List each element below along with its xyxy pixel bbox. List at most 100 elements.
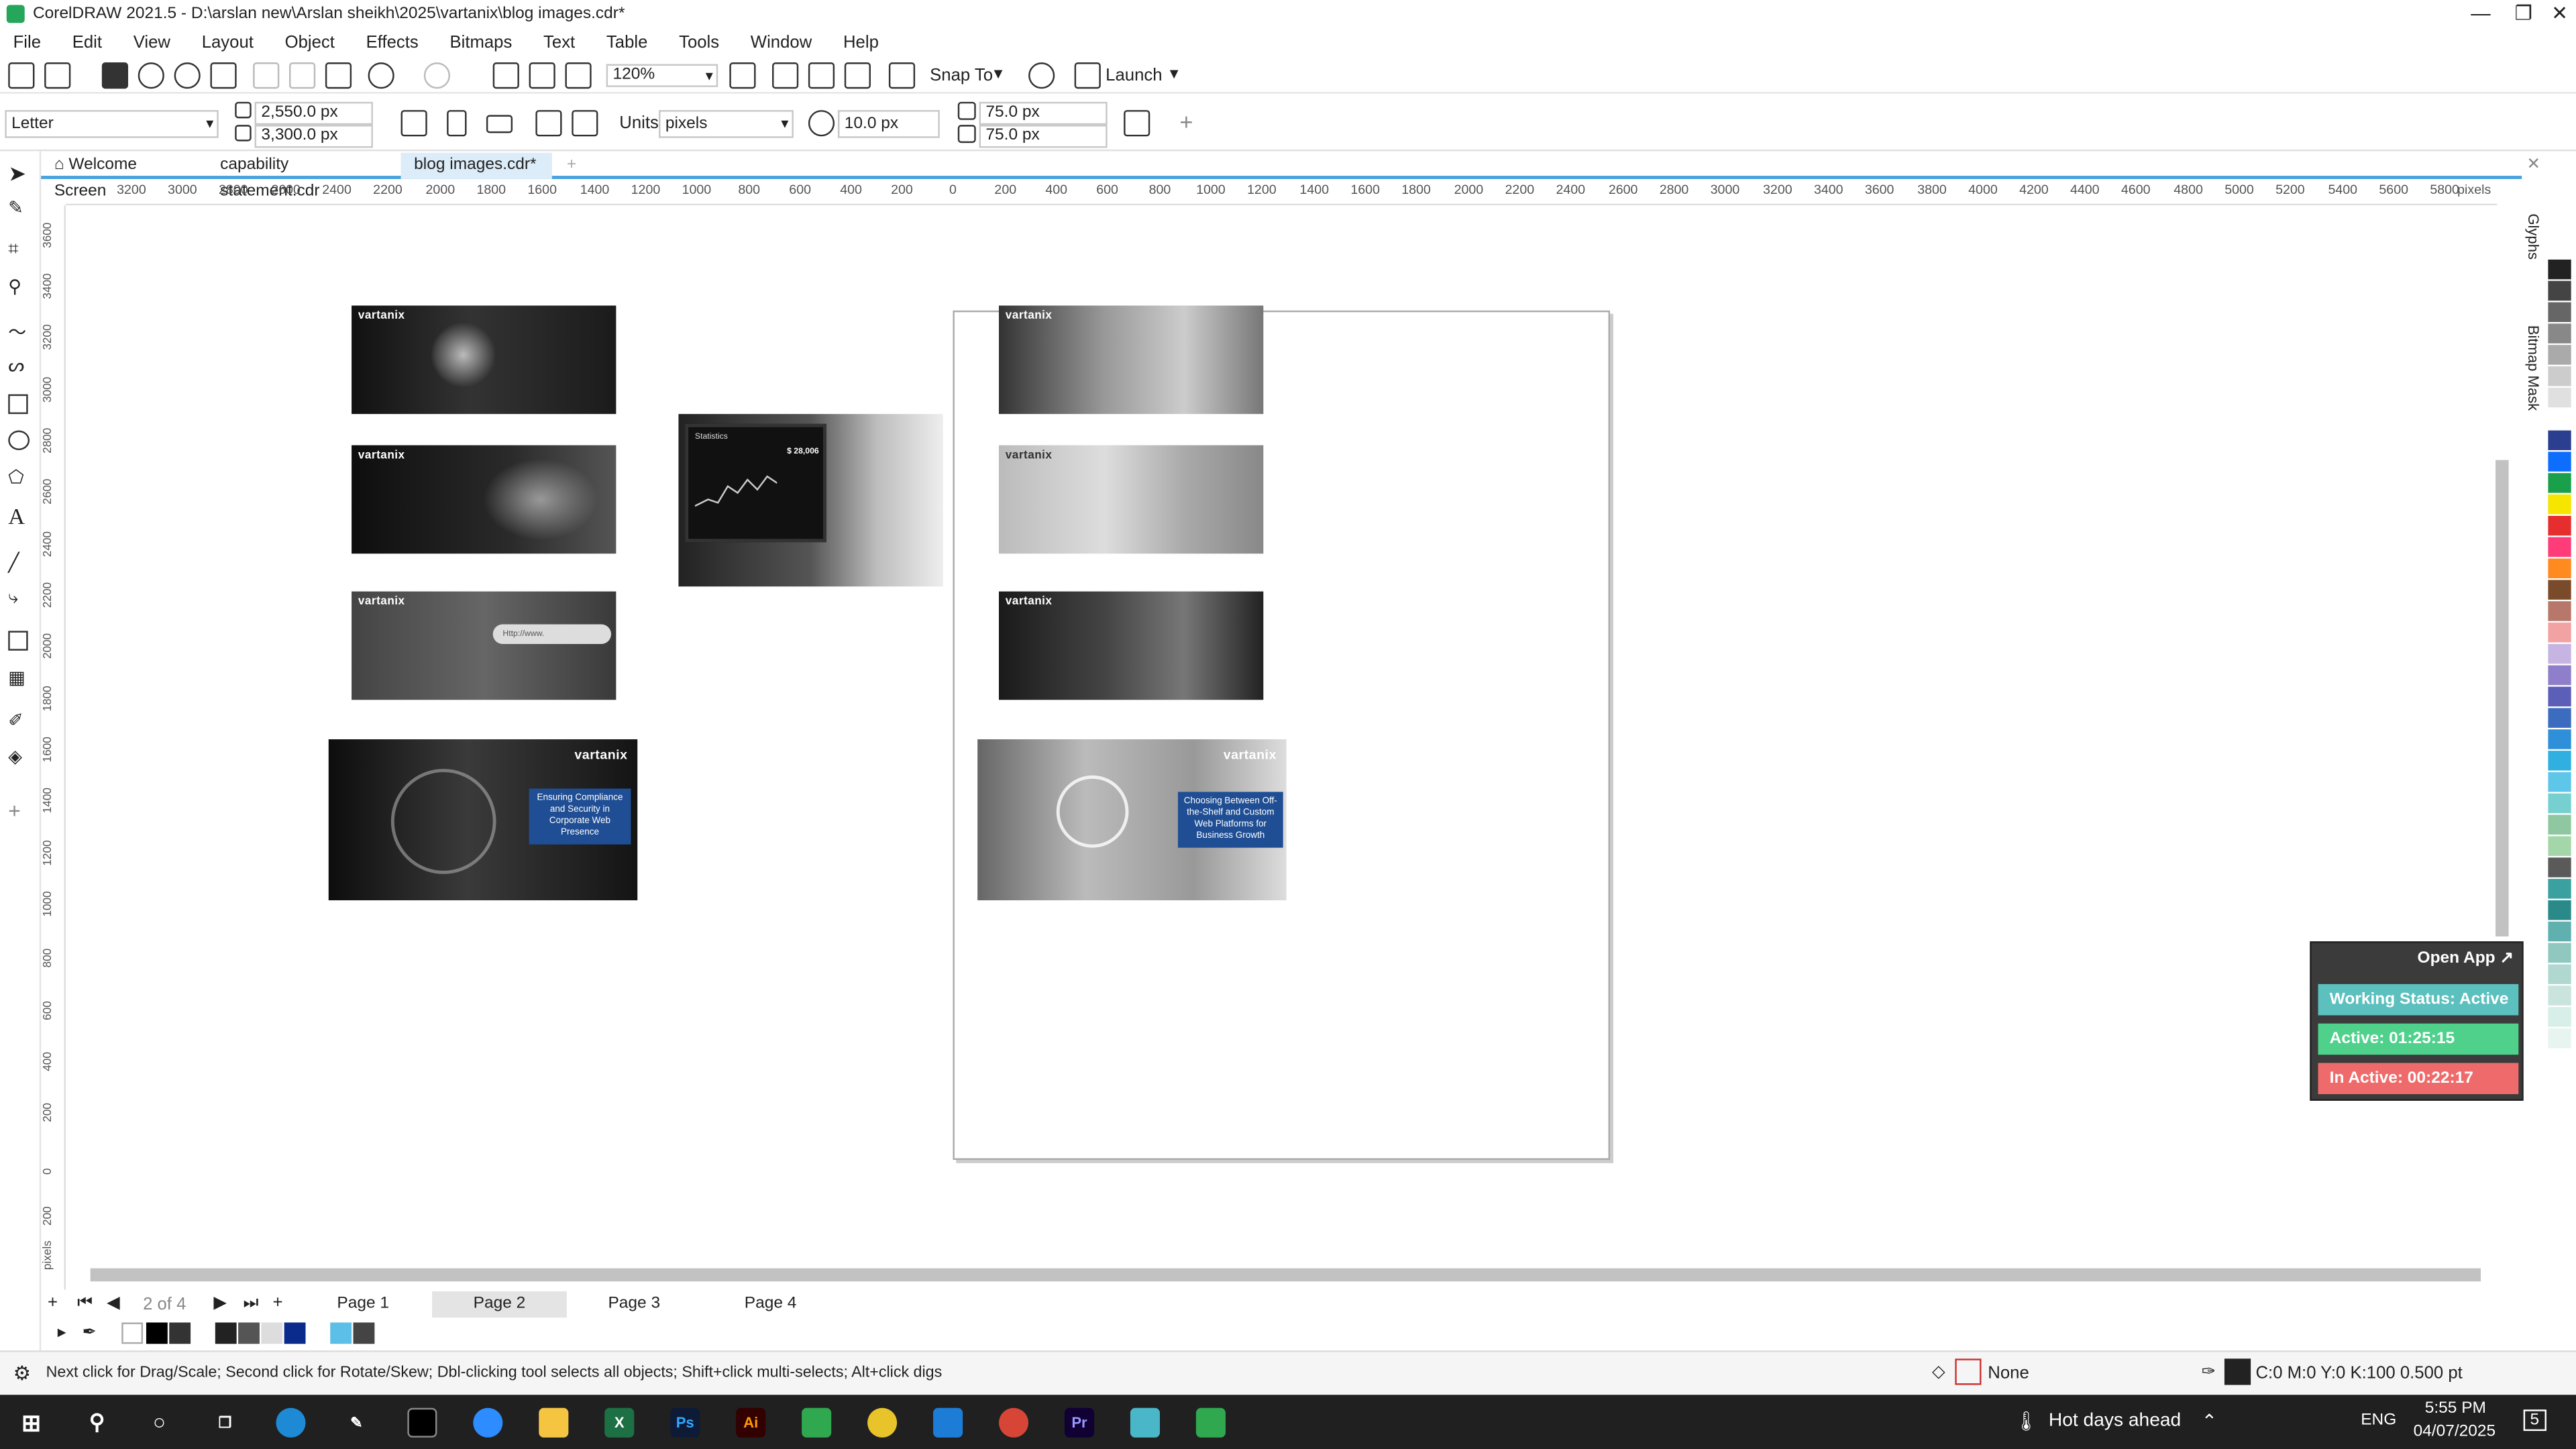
tray-chevron-icon[interactable]: ⌃	[2202, 1409, 2218, 1432]
portrait-icon[interactable]	[447, 110, 467, 137]
color-palette[interactable]	[2548, 238, 2573, 1289]
file-explorer-icon[interactable]	[539, 1407, 569, 1438]
page-tab-2[interactable]: Page 2	[432, 1291, 567, 1318]
bleed-icon[interactable]	[572, 110, 598, 137]
interactive-fill-icon[interactable]: ◈	[8, 746, 33, 771]
palette-swatch[interactable]	[2548, 836, 2571, 858]
add-page-start-icon[interactable]: +	[48, 1293, 58, 1312]
transparency-icon[interactable]: ▦	[8, 667, 33, 692]
clock-time[interactable]: 5:55 PM	[2425, 1400, 2486, 1418]
chevron-down-icon[interactable]: ▾	[994, 64, 1003, 84]
first-page-icon[interactable]: ⏮	[77, 1293, 93, 1314]
drawing-canvas[interactable]: vartanix vartanix vartanix Http://www. v…	[65, 205, 2498, 1265]
palette-swatch[interactable]	[2548, 366, 2571, 388]
menu-table[interactable]: Table	[593, 30, 661, 58]
undo-icon[interactable]	[368, 62, 394, 89]
palette-swatch[interactable]	[2548, 1007, 2571, 1029]
vscode-icon[interactable]	[933, 1407, 963, 1438]
palette-swatch[interactable]	[2548, 729, 2571, 751]
palette-swatch[interactable]	[2548, 900, 2571, 922]
parallel-dimension-icon[interactable]: ╱	[8, 552, 33, 577]
palette-swatch[interactable]	[2548, 921, 2571, 943]
snap-to-dropdown[interactable]: Snap To	[930, 66, 993, 85]
document-palette-swatch[interactable]	[261, 1322, 283, 1344]
tab-capability-statement[interactable]: capability statement.cdr	[207, 153, 405, 201]
premiere-icon[interactable]: Pr	[1064, 1407, 1095, 1438]
rectangle-tool-icon[interactable]	[8, 394, 28, 415]
publish-pdf-icon[interactable]	[565, 62, 592, 89]
fill-icon[interactable]: ◇	[1932, 1362, 1945, 1381]
duplicate-x-input[interactable]: 75.0 px	[979, 101, 1108, 125]
page-size-select[interactable]: Letter	[5, 110, 219, 138]
polygon-tool-icon[interactable]: ⬠	[8, 467, 33, 492]
palette-swatch[interactable]	[2548, 601, 2571, 623]
document-palette-swatch[interactable]	[330, 1322, 352, 1344]
zoom-icon[interactable]	[473, 1407, 503, 1438]
edge-icon[interactable]	[276, 1407, 306, 1438]
task-view-icon[interactable]: ❐	[210, 1408, 239, 1438]
no-color-swatch[interactable]	[121, 1322, 144, 1344]
coreldraw-taskbar-icon[interactable]	[802, 1407, 832, 1438]
palette-swatch[interactable]	[2548, 409, 2571, 431]
palette-swatch[interactable]	[2548, 387, 2571, 409]
document-palette-swatch[interactable]	[353, 1322, 375, 1344]
blog-image-laptop-food[interactable]: vartanix	[998, 591, 1264, 700]
horizontal-ruler[interactable]: 3200 3000 2800 2600 2400 2200 2000 1800 …	[65, 179, 2498, 206]
open-icon[interactable]	[44, 62, 71, 89]
palette-swatch[interactable]	[2548, 430, 2571, 452]
tab-blog-images[interactable]: blog images.cdr*	[400, 152, 552, 179]
minimize-button[interactable]: —	[2459, 0, 2502, 30]
document-palette-swatch[interactable]	[284, 1322, 306, 1344]
add-page-end-icon[interactable]: +	[273, 1293, 283, 1312]
paste-icon[interactable]	[325, 62, 352, 89]
palette-swatch[interactable]	[2548, 665, 2571, 687]
zoom-tool-icon[interactable]: ⚲	[8, 276, 33, 301]
blog-image-statistics-monitor[interactable]: Statistics $ 28,006	[678, 414, 943, 587]
menu-help[interactable]: Help	[830, 30, 892, 58]
print-icon[interactable]	[210, 62, 237, 89]
palette-swatch[interactable]	[2548, 302, 2571, 324]
document-palette-swatch[interactable]	[215, 1322, 237, 1344]
page-tab-1[interactable]: Page 1	[296, 1291, 431, 1318]
menu-effects[interactable]: Effects	[353, 30, 431, 58]
pick-tool-icon[interactable]: ➤	[8, 161, 33, 186]
fill-none-swatch[interactable]	[1955, 1358, 1982, 1385]
eyedropper-icon[interactable]: ✐	[8, 710, 33, 735]
blog-image-search-bar[interactable]: vartanix Http://www.	[352, 591, 616, 700]
palette-swatch[interactable]	[2548, 1028, 2571, 1050]
show-guidelines-icon[interactable]	[844, 62, 871, 89]
units-select[interactable]: pixels	[659, 110, 794, 138]
language-indicator[interactable]: ENG	[2361, 1411, 2396, 1430]
illustrator-icon[interactable]: Ai	[736, 1407, 766, 1438]
last-page-icon[interactable]: ⏭	[243, 1293, 258, 1314]
document-palette-swatch[interactable]	[169, 1322, 191, 1344]
drop-shadow-icon[interactable]	[8, 631, 28, 651]
menu-tools[interactable]: Tools	[665, 30, 732, 58]
show-rulers-icon[interactable]	[772, 62, 799, 89]
palette-swatch[interactable]	[2548, 623, 2571, 645]
palette-swatch[interactable]	[2548, 879, 2571, 901]
freehand-tool-icon[interactable]: 〜	[8, 319, 33, 343]
palette-swatch[interactable]	[2548, 943, 2571, 965]
menu-text[interactable]: Text	[530, 30, 588, 58]
page-border-icon[interactable]	[1124, 110, 1150, 137]
palette-swatch[interactable]	[2548, 814, 2571, 837]
launch-icon[interactable]	[1074, 62, 1101, 89]
zoom-level-select[interactable]: 120%	[606, 64, 718, 87]
terminal-icon[interactable]	[407, 1407, 437, 1438]
palette-swatch[interactable]	[2548, 708, 2571, 730]
chrome-profile-icon[interactable]	[998, 1407, 1029, 1438]
chrome-icon[interactable]	[867, 1407, 898, 1438]
palette-arrow-icon[interactable]: ▸	[58, 1322, 66, 1342]
app-icon[interactable]	[1130, 1407, 1160, 1438]
crop-tool-icon[interactable]: ⌗	[8, 240, 33, 265]
weather-text[interactable]: Hot days ahead	[2049, 1411, 2181, 1431]
vertical-ruler[interactable]: 3600 3400 3200 3000 2800 2600 2400 2200 …	[41, 205, 66, 1290]
all-pages-icon[interactable]	[400, 110, 427, 137]
weather-icon[interactable]: 🌡	[2014, 1409, 2038, 1432]
cut-icon[interactable]	[253, 62, 280, 89]
notifications-badge[interactable]: 5	[2523, 1409, 2546, 1432]
palette-swatch[interactable]	[2548, 686, 2571, 708]
ellipse-tool-icon[interactable]	[8, 430, 30, 451]
close-tab-icon[interactable]: ✕	[2514, 153, 2554, 179]
